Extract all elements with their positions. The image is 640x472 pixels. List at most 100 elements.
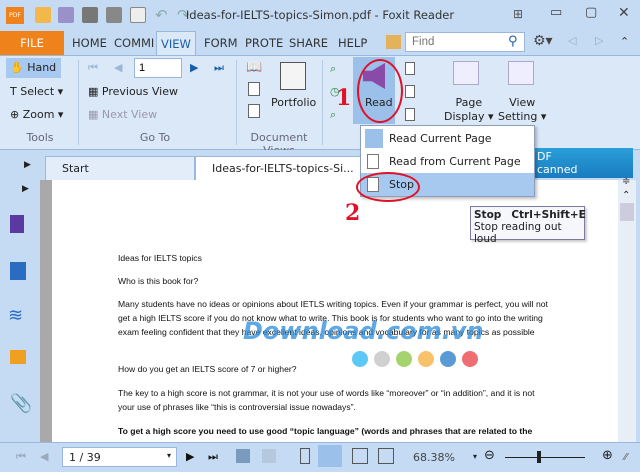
tab-form[interactable]: FORM (200, 31, 242, 55)
watermark-dot (374, 351, 390, 367)
tab-file[interactable]: FILE (0, 31, 64, 55)
tab-view[interactable]: VIEW (156, 31, 196, 55)
portfolio-button[interactable]: Portfolio (271, 96, 316, 109)
previous-view-label: Previous View (101, 85, 178, 98)
select-label: Select (20, 85, 55, 98)
scroll-up-icon[interactable]: ⌃ (622, 190, 630, 201)
zoom-in-icon[interactable]: ⊕ (602, 448, 613, 463)
tab-comment[interactable]: COMMI (110, 31, 158, 55)
first-page-icon[interactable]: ⏮ (16, 450, 26, 464)
doc-view-icon[interactable] (248, 104, 260, 118)
select-button[interactable]: T Select ▾ (10, 85, 63, 98)
last-page-icon[interactable]: ⏭ (214, 61, 224, 75)
read-from-icon (367, 154, 379, 169)
continuous-page-icon[interactable] (318, 445, 342, 467)
watermark-dot (396, 351, 412, 367)
page-select[interactable]: 1 / 39 ▾ (62, 447, 177, 467)
page-number-input[interactable] (134, 58, 182, 78)
hand-button[interactable]: ✋ Hand (6, 58, 61, 78)
next-page-icon[interactable]: ▶ (190, 61, 198, 74)
page-display-button[interactable]: Page Display ▾ (444, 96, 494, 124)
next-view-icon[interactable] (262, 449, 276, 463)
book-icon[interactable]: 📖 (246, 60, 262, 75)
prev-page-icon[interactable]: ◀ (40, 450, 48, 463)
view-setting-label: View (509, 96, 536, 109)
zoom-button[interactable]: ⊕ Zoom ▾ (10, 108, 63, 121)
menu-read-from-current-page[interactable]: Read from Current Page (361, 150, 534, 173)
zoom-out-icon[interactable]: ⊖ (484, 448, 495, 463)
page-indicator: 1 / 39 (69, 451, 101, 464)
facing-icon[interactable] (352, 448, 368, 464)
tooltip-title: Stop (474, 209, 502, 221)
watermark-dot (440, 351, 456, 367)
doc-tab-start[interactable]: Start (45, 156, 195, 180)
last-page-icon[interactable]: ⏭ (208, 450, 218, 464)
tab-share[interactable]: SHARE (285, 31, 332, 55)
watermark-dot (418, 351, 434, 367)
scroll-thumb[interactable] (620, 203, 634, 221)
annotation-2: 2 (345, 200, 361, 226)
search-icon[interactable]: ⚲ (508, 34, 518, 49)
watermark-dot (462, 351, 478, 367)
zoom-fit-icon[interactable]: ⌕ (330, 62, 336, 76)
watermark-dot (352, 351, 368, 367)
page-display-label: Page (455, 96, 483, 109)
tooltip-description: Stop reading out loud (474, 221, 562, 245)
next-view-button[interactable]: ▦ Next View (88, 108, 157, 121)
group-tools: Tools (26, 131, 54, 144)
split-icon[interactable]: ≑ (622, 176, 630, 187)
read-option-icon[interactable] (405, 62, 415, 75)
tab-arrow-icon[interactable]: ▶ (24, 160, 31, 170)
expand-panel-icon[interactable]: ▶ (22, 184, 29, 194)
continuous-facing-icon[interactable] (378, 448, 394, 464)
first-page-icon[interactable]: ⏮ (88, 61, 98, 75)
find-input[interactable] (405, 32, 525, 52)
ad-text-2: canned documents (537, 163, 598, 178)
doc-arrow-icon[interactable] (248, 82, 260, 96)
comments-icon[interactable] (10, 350, 26, 364)
zoom-slider-thumb[interactable] (537, 451, 541, 463)
collapse-ribbon-icon[interactable]: ⌃ (620, 35, 629, 48)
next-page-icon[interactable]: ▶ (186, 450, 194, 463)
attachment-icon[interactable]: 📎 (10, 393, 32, 414)
resize-grip-icon[interactable]: ⁄⁄ (624, 452, 627, 463)
gear-icon[interactable]: ⚙▾ (533, 33, 553, 49)
zoom-dropdown-icon[interactable]: ▾ (473, 452, 477, 461)
zoom-value[interactable]: 68.38% (413, 451, 455, 464)
find-folder-icon[interactable] (386, 35, 401, 49)
doc-question: How do you get an IELTS score of 7 or hi… (118, 364, 297, 374)
annotation-1: 1 (336, 85, 352, 111)
next-icon[interactable]: ▷ (595, 34, 603, 47)
view-setting-button[interactable]: View Setting ▾ (498, 96, 546, 124)
ad-banner[interactable]: DFcanned documents (535, 148, 633, 178)
tab-home[interactable]: HOME (68, 31, 111, 55)
previous-view-button[interactable]: ▦ Previous View (88, 85, 178, 98)
prev-icon[interactable]: ◁ (568, 34, 576, 47)
zoom-label: Zoom (22, 108, 55, 121)
single-page-icon[interactable] (300, 448, 310, 464)
pages-icon[interactable] (10, 262, 26, 280)
layers-icon[interactable]: ≋ (8, 305, 23, 326)
menu-label: Read from Current Page (389, 155, 521, 168)
restore-icon[interactable]: ⊞ (513, 7, 523, 21)
zoom-slider[interactable] (505, 457, 585, 458)
read-option-icon[interactable] (405, 85, 415, 98)
annotation-circle-1 (357, 59, 403, 123)
close-button[interactable]: ✕ (618, 5, 630, 21)
prev-page-icon[interactable]: ◀ (114, 61, 122, 74)
tab-help[interactable]: HELP (334, 31, 371, 55)
view-setting-icon[interactable] (508, 61, 534, 85)
portfolio-icon[interactable] (280, 62, 306, 90)
page-display-icon[interactable] (453, 61, 479, 85)
minimize-button[interactable]: ▭ (550, 5, 562, 20)
hand-label: Hand (27, 61, 57, 74)
read-option-icon[interactable] (405, 108, 415, 121)
tab-protect[interactable]: PROTE (241, 31, 287, 55)
stop-tooltip: Stop Ctrl+Shift+E Stop reading out loud (470, 206, 586, 245)
bookmark-icon[interactable] (10, 215, 24, 233)
menu-read-current-page[interactable]: Read Current Page (361, 127, 534, 150)
previous-view-icon[interactable] (236, 449, 250, 463)
tooltip-shortcut: Ctrl+Shift+E (511, 209, 586, 221)
annotation-circle-2 (356, 172, 420, 202)
maximize-button[interactable]: ▢ (585, 5, 597, 20)
